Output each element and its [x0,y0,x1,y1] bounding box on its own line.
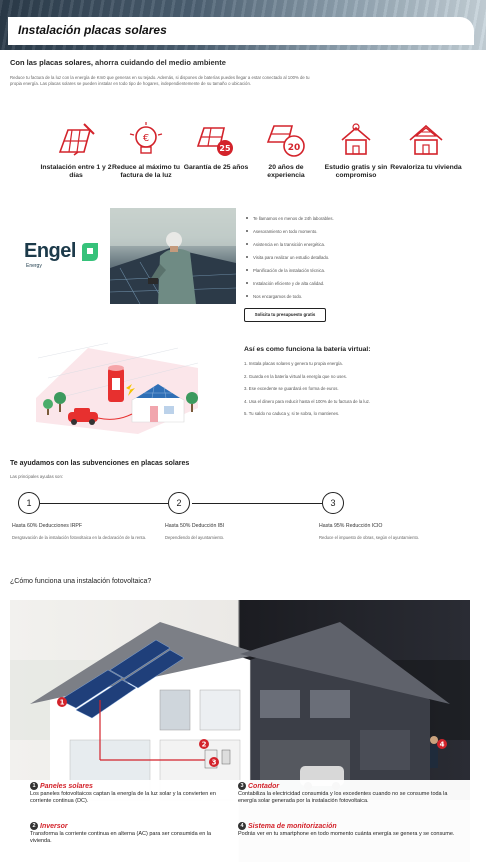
free-study-icon [341,123,371,155]
subsidies-section: Te ayudamos con las subvenciones en plac… [10,460,480,570]
marker-4: 4 [440,741,445,749]
legend-item: 2 Inversor Transforma la corriente contin… [30,822,230,845]
legend-item: 1 Paneles solares Los paneles fotovoltaic… [30,782,230,805]
guarantee-badge: 25 [219,144,231,153]
legend-number: 1 [30,782,38,790]
engel-leaf-icon [82,243,98,261]
intro-heading-bold: ahorra cuidando del medio ambiente [95,58,226,67]
experience-badge: 20 [288,143,301,153]
list-item: 3. Ese excedente se guardará en forma de… [244,386,339,391]
legend-number: 3 [238,782,246,790]
benefit-label: Instalación entre 1 y 2 días [40,164,112,179]
list-item: Planificación de la instalación técnica. [246,268,476,281]
engel-brand-sub: Energy [26,263,42,269]
legend-item: 4 Sistema de monitorización Podrás ver en… [238,822,464,838]
lightbulb-savings-icon: € [129,122,163,154]
photovoltaic-legend: 1 Paneles solares Los paneles fotovoltaic… [10,780,470,862]
subsidies-steps: 1 2 3 Hasta 60% Deducciones IRPF Hasta 5… [10,492,480,572]
benefit-label: Revaloriza tu vivienda [390,164,462,171]
benefit-label: Estudio gratis y sin compromiso [324,164,388,179]
list-item: Nos encargamos de todo. [246,294,476,307]
technician-photo [110,208,236,304]
benefit-label: Garantía de 25 años [183,164,249,171]
benefits-row: Instalación entre 1 y 2 días € Reduce al… [40,122,462,192]
legend-title: Paneles solares [40,783,93,790]
legend-title: Contador [248,783,280,790]
legend-desc: Podrás ver en tu smartphone en todo mome… [238,831,455,837]
step-desc: Desgravación de la instalación fotovolta… [12,535,147,540]
benefit-savings: € Reduce al máximo tu factura de la luz [110,122,182,180]
page-title: Instalación placas solares [8,17,474,45]
engel-section: Engel Energy Te llamamos en menos de 24h… [0,208,486,328]
legend-title: Sistema de monitorización [248,823,337,830]
legend-desc: Contabiliza la electricidad consumida y … [238,791,448,804]
list-item: 4. Usa el dinero para reducir hasta el 1… [244,398,371,404]
benefit-house-value: Revaloriza tu vivienda [390,122,462,172]
benefit-experience: 20 20 años de experiencia [250,122,322,180]
legend-desc: Transforma la corriente continua en alte… [30,831,212,844]
benefit-label: Reduce al máximo tu factura de la luz [112,164,180,179]
request-quote-button[interactable]: Solicita tu presupuesto gratis [244,308,326,322]
step-desc: Dependiendo del ayuntamiento. [165,535,225,540]
engel-brand: Engel [24,240,76,262]
hero-banner: Instalación placas solares [0,0,486,50]
list-item: Instalación eficiente y de alta calidad. [246,281,476,294]
house-value-icon [409,124,443,155]
intro-paragraph: Reduce tu factura de la luz con la energ… [10,75,310,86]
list-item: Visita para realizar un estudio detallad… [246,255,476,268]
benefit-guarantee: 25 Garantía de 25 años [180,122,252,172]
solar-installation-icon [58,123,95,156]
legend-desc: Los paneles fotovoltaicos captan la ener… [30,791,216,804]
photovoltaic-title: ¿Cómo funciona una instalación fotovolta… [10,578,152,585]
svg-text:€: € [143,133,149,144]
intro-heading: Con las placas solares, ahorra cuidando … [10,58,480,67]
marker-2: 2 [202,741,207,749]
marker-1: 1 [60,699,65,707]
step-number: 1 [18,492,40,514]
solar-guarantee-icon: 25 [196,127,233,156]
benefit-installation: Instalación entre 1 y 2 días [40,122,112,180]
virtual-battery-title: Así es como funciona la batería virtual: [244,346,371,353]
benefit-label: 20 años de experiencia [267,164,305,179]
virtual-battery-section: Así es como funciona la batería virtual:… [0,338,486,438]
subsidies-hint: Las principales ayudas son: [10,474,64,479]
step-number: 3 [322,492,344,514]
step-connector [40,503,168,505]
intro-heading-light: Con las placas solares, [10,58,96,67]
list-item: Te llamamos en menos de 24h laborables. [246,216,476,229]
legend-number: 4 [238,822,246,830]
list-item: Asistencia en la transición energética. [246,242,476,255]
virtual-battery-steps: 1. Instala placas solares y genera tu pr… [244,361,474,424]
marker-3: 3 [212,759,217,767]
intro-section: Con las placas solares, ahorra cuidando … [10,58,480,87]
step-connector [192,503,322,505]
legend-number: 2 [30,822,38,830]
engel-logo: Engel Energy [24,240,114,280]
subsidies-title: Te ayudamos con las subvenciones en plac… [10,460,190,467]
benefit-free-study: Estudio gratis y sin compromiso [320,122,392,180]
engel-services-list: Te llamamos en menos de 24h laborables. … [246,216,476,307]
list-item: Asesoramiento en todo momento. [246,229,476,242]
list-item: 1. Instala placas solares y genera tu pr… [244,361,343,366]
step-title: Hasta 95% Reducción ICIO [319,523,383,529]
step-number: 2 [168,492,190,514]
legend-item: 3 Contador Contabiliza la electricidad co… [238,782,464,805]
step-title: Hasta 50% Deducción IBI [165,523,225,529]
legend-title: Inversor [40,823,68,830]
virtual-battery-illustration [36,342,199,434]
list-item: 5. Tu saldo no caduca y, si te sobra, lo… [244,411,340,416]
virtual-battery-text: Así es como funciona la batería virtual:… [244,346,474,424]
list-item: 2. Guarda en la batería virtual la energ… [244,373,347,379]
step-title: Hasta 60% Deducciones IRPF [12,523,83,529]
step-desc: Reduce el impuesto de obras, según el ay… [319,535,420,540]
experience-badge-icon: 20 [266,125,305,157]
